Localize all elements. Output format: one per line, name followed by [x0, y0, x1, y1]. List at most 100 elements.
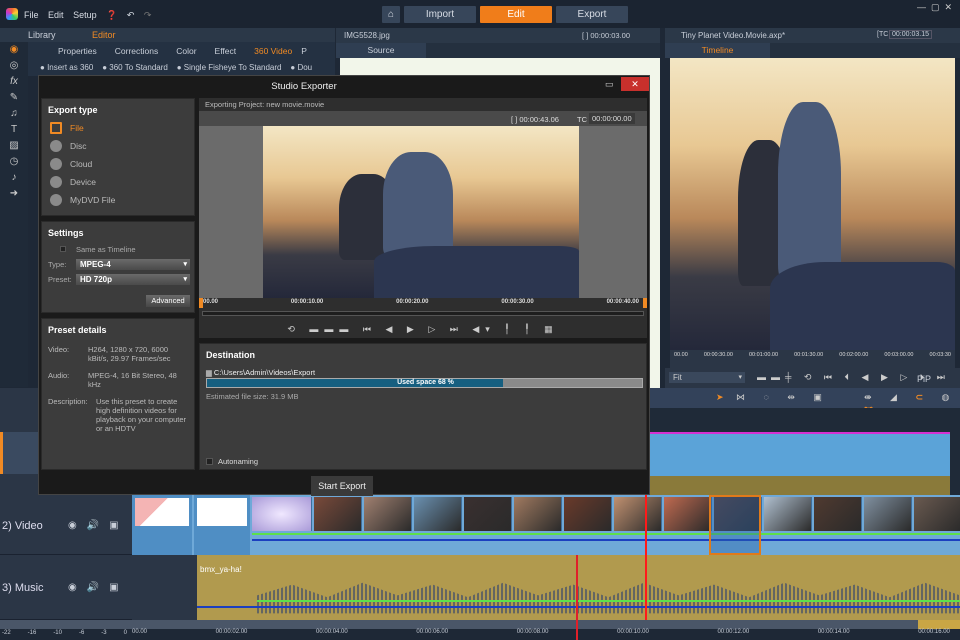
preset-select[interactable]: HD 720p [76, 274, 190, 285]
track-name: 3) Music [2, 582, 44, 594]
sticker-icon[interactable]: ▨ [0, 138, 28, 154]
video-thumbnail[interactable] [314, 497, 362, 531]
video-thumbnail[interactable] [564, 497, 612, 531]
timeline-ruler[interactable]: 00.00 00:00:02.00 00:00:04.00 00:00:06.00 00… [132, 629, 960, 640]
video-thumbnail[interactable] [814, 497, 862, 531]
video-clip-title[interactable] [194, 495, 250, 555]
selected-clip[interactable] [709, 495, 761, 555]
same-as-timeline-checkbox[interactable] [60, 246, 66, 252]
video-thumbnail[interactable] [414, 497, 462, 531]
edit-tools[interactable]: ⋈ ◌ ⇹ ▣ [736, 392, 830, 403]
tc-value[interactable]: 00:00:00.00 [589, 113, 635, 124]
library-tab[interactable]: Library [28, 30, 56, 40]
track-controls[interactable]: ◉🔊▣ [68, 582, 129, 593]
track-header-active[interactable] [0, 432, 38, 474]
tab-properties[interactable]: Properties [58, 42, 97, 60]
video-thumbnail[interactable] [914, 497, 960, 531]
step-4[interactable]: ● Dou [290, 63, 312, 72]
advanced-button[interactable]: Advanced [146, 295, 190, 307]
tab-corrections[interactable]: Corrections [115, 42, 158, 60]
step-3[interactable]: ● Single Fisheye To Standard [177, 63, 282, 72]
video-thumbnail[interactable] [614, 497, 662, 531]
video-thumbnail[interactable] [664, 497, 712, 531]
timeline-scrollbar[interactable] [0, 620, 960, 629]
autonaming-checkbox[interactable] [206, 458, 213, 465]
pip-button[interactable]: PiP [917, 374, 931, 384]
video-thumbnail[interactable] [864, 497, 912, 531]
tab-360-video[interactable]: 360 Video [254, 42, 293, 61]
video-thumbnail[interactable] [764, 497, 812, 531]
menu-setup[interactable]: Setup [73, 10, 97, 20]
export-type-device[interactable]: Device [42, 173, 194, 191]
export-preview-image [263, 126, 579, 298]
fx-icon[interactable]: fx [0, 74, 28, 90]
redo-icon[interactable]: ↷ [144, 10, 152, 20]
playhead[interactable] [645, 495, 647, 620]
export-type-cloud[interactable]: Cloud [42, 155, 194, 173]
step-1[interactable]: ● Insert as 360 [40, 63, 93, 72]
mode-import[interactable]: Import [404, 6, 476, 23]
autonaming-label: Autonaming [218, 457, 259, 466]
timeline-preview-ruler[interactable]: 00.00 00:00:30.00 00:01:00.00 00:01:30.00 00… [670, 350, 955, 368]
home-button[interactable]: ⌂ [382, 6, 400, 23]
maximize-button[interactable]: ▭ [605, 79, 614, 90]
video-thumbnail[interactable] [364, 497, 412, 531]
type-select[interactable]: MPEG-4 [76, 259, 190, 270]
editor-tab[interactable]: Editor [92, 30, 116, 40]
start-export-button[interactable]: Start Export [311, 476, 373, 496]
source-tab[interactable]: Source [336, 43, 426, 58]
video-thumbnail[interactable] [464, 497, 512, 531]
help-icon[interactable]: ❓ [106, 10, 117, 20]
audio-meter-scale: -22 -16 -10 -6 -3 0 [2, 630, 127, 636]
dialog-title: Studio Exporter [271, 81, 337, 92]
text-icon[interactable]: T [0, 122, 28, 138]
export-type-file[interactable]: File [42, 119, 194, 137]
export-type-disc[interactable]: Disc [42, 137, 194, 155]
ruler-tick: 00:00:02.00 [215, 629, 248, 635]
music-icon[interactable]: ♫ [0, 106, 28, 122]
audio-icon[interactable]: ♪ [0, 170, 28, 186]
export-ruler[interactable]: 00.00 00:00:10.00 00:00:20.00 00:00:30.00 00… [199, 298, 647, 320]
track-controls[interactable]: ◉🔊▣ [68, 520, 129, 531]
video-thumbnail[interactable] [514, 497, 562, 531]
export-type-mydvd-file[interactable]: MyDVD File [42, 191, 194, 209]
step-label: Single Fisheye To Standard [183, 63, 282, 72]
ruler-tick: 00:00:12.00 [717, 629, 750, 635]
tab-color[interactable]: Color [176, 42, 196, 60]
folder-icon[interactable]: ▆ [206, 368, 212, 377]
device-icon [50, 176, 62, 188]
zoom-select[interactable]: Fit [669, 372, 745, 383]
music-clip[interactable]: bmx_ya-ha! [197, 555, 960, 620]
destination-path[interactable]: C:\Users\Admin\Videos\Export [214, 368, 315, 377]
detail-value: H264, 1280 x 720, 6000 kBit/s, 29.97 Fra… [88, 345, 171, 363]
tab-effect[interactable]: Effect [215, 42, 237, 60]
tab-more[interactable]: P [301, 42, 307, 60]
meter-tick: -10 [53, 630, 62, 636]
ruler-tick: 00:00:20.00 [396, 299, 429, 305]
mode-export[interactable]: Export [556, 6, 628, 23]
playhead[interactable] [576, 555, 578, 640]
select-tool-icon[interactable]: ➤ [716, 392, 724, 403]
speed-icon[interactable]: ◷ [0, 154, 28, 170]
brush-icon[interactable]: ✎ [0, 90, 28, 106]
360-icon[interactable]: ◉ [0, 42, 28, 58]
timeline-clip[interactable] [650, 432, 950, 476]
window-controls[interactable]: — ▢ ✕ [917, 2, 952, 13]
timeline-tab[interactable]: Timeline [665, 43, 770, 58]
dialog-title-bar[interactable]: Studio Exporter ▭ ✕ [39, 76, 649, 96]
panel-title: Destination [206, 350, 256, 360]
timeline-timecode[interactable]: 00:00:03.15 [889, 30, 932, 39]
menu-edit[interactable]: Edit [48, 10, 64, 20]
step-2[interactable]: ● 360 To Standard [102, 63, 168, 72]
video-thumbnail[interactable] [252, 497, 312, 531]
arrow-icon[interactable]: ➜ [0, 186, 28, 202]
menu-file[interactable]: File [24, 10, 39, 20]
export-playback-controls[interactable]: ⟲ ▬▬▬ ⏮ ◀ ▶ ▷ ⏭ ◀▾ ╿ ╿ ▦ [199, 320, 647, 338]
timeline-clip[interactable] [650, 476, 950, 495]
undo-icon[interactable]: ↶ [127, 10, 135, 20]
mode-edit[interactable]: Edit [480, 6, 552, 23]
color-icon[interactable]: ◎ [0, 58, 28, 74]
close-button[interactable]: ✕ [621, 77, 649, 91]
app-logo [6, 8, 18, 20]
video-clip-title[interactable] [132, 495, 192, 555]
